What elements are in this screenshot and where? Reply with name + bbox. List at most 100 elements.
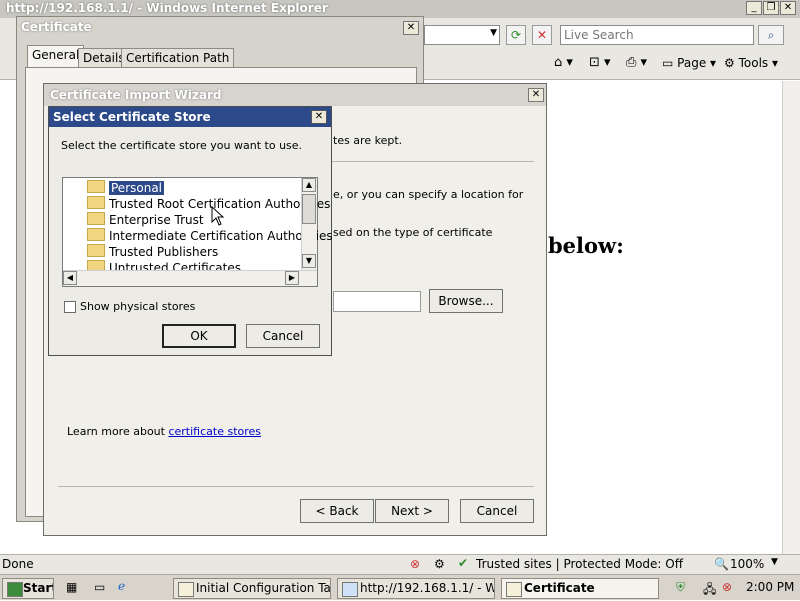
folder-icon <box>87 244 105 257</box>
certificate-stores-link[interactable]: certificate stores <box>168 425 261 438</box>
folder-icon <box>87 260 105 270</box>
taskbar: Start ▦ ▭ ℯ Initial Configuration Tasks … <box>0 574 800 600</box>
folder-icon <box>87 180 105 193</box>
tree-node-untrusted[interactable]: Untrusted Certificates <box>67 260 241 270</box>
select-store-close-button[interactable]: ✕ <box>311 110 327 124</box>
tree-node-trusted-root[interactable]: Trusted Root Certification Authorities <box>67 196 330 212</box>
start-button[interactable]: Start <box>2 578 54 599</box>
ok-button[interactable]: OK <box>162 324 236 348</box>
start-label: Start <box>23 581 54 595</box>
home-icon[interactable]: ⌂ ▾ <box>554 55 573 70</box>
tree-horizontal-scrollbar[interactable]: ◀ ▶ <box>63 270 317 286</box>
clock[interactable]: 2:00 PM <box>746 580 794 594</box>
tree-node-label: Personal <box>109 181 165 195</box>
page-menu-label: Page <box>677 56 707 70</box>
tray-volume-icon[interactable]: ⊗ <box>722 580 732 594</box>
status-text: Done <box>2 557 34 571</box>
certificate-window-title: Certificate <box>21 20 92 34</box>
tree-node-enterprise-trust[interactable]: Enterprise Trust <box>67 212 204 228</box>
page-heading-fragment: below: <box>548 233 624 258</box>
wizard-close-button[interactable]: ✕ <box>528 88 544 102</box>
page-scrollbar[interactable] <box>782 81 800 554</box>
tree-node-intermediate[interactable]: Intermediate Certification Authorities <box>67 228 333 244</box>
folder-icon <box>87 196 105 209</box>
folder-icon <box>87 228 105 241</box>
scroll-down-icon[interactable]: ▼ <box>302 254 316 268</box>
trusted-sites-icon: ✔ <box>458 556 469 570</box>
zoom-level[interactable]: 100% <box>730 557 764 571</box>
select-store-title: Select Certificate Store <box>53 110 211 124</box>
zoom-dropdown-icon[interactable]: ▼ <box>771 557 778 567</box>
ie-window-title: http://192.168.1.1/ - Windows Internet E… <box>6 1 328 15</box>
tree-node-personal[interactable]: Personal <box>67 180 165 196</box>
scroll-right-icon[interactable]: ▶ <box>285 271 299 285</box>
select-store-cancel-button[interactable]: Cancel <box>246 324 320 348</box>
task-label: Certificate <box>524 581 595 595</box>
wizard-text-1: tes are kept. <box>333 134 403 147</box>
folder-icon <box>87 212 105 225</box>
quicklaunch-desktop-icon[interactable]: ▭ <box>94 580 105 594</box>
task-label: Initial Configuration Tasks <box>196 581 331 595</box>
task-ie[interactable]: http://192.168.1.1/ - Wi... <box>337 578 495 599</box>
tab-general[interactable]: General <box>27 45 85 67</box>
manage-addons-icon[interactable]: ⚙ <box>434 557 445 571</box>
page-menu[interactable]: ▭ Page ▾ <box>662 56 716 70</box>
feeds-icon[interactable]: ⊡ ▾ <box>589 55 611 70</box>
tray-security-icon[interactable]: ⛨ <box>676 580 685 595</box>
next-button[interactable]: Next > <box>375 499 449 523</box>
print-icon[interactable]: ⎙ ▾ <box>626 55 647 70</box>
show-physical-label: Show physical stores <box>80 300 196 313</box>
show-physical-checkbox[interactable] <box>64 301 76 313</box>
ie-icon <box>342 582 358 597</box>
quicklaunch-ie-icon[interactable]: ℯ <box>118 579 125 593</box>
tools-menu[interactable]: ⚙ Tools ▾ <box>724 56 778 70</box>
search-placeholder: Live Search <box>564 28 634 42</box>
minimize-button[interactable]: _ <box>746 1 762 15</box>
scroll-up-icon[interactable]: ▲ <box>302 178 316 192</box>
store-tree[interactable]: Personal Trusted Root Certification Auth… <box>62 177 333 287</box>
wizard-text-3: sed on the type of certificate <box>333 226 493 239</box>
tree-node-label: Intermediate Certification Authorities <box>109 229 333 243</box>
tree-node-label: Enterprise Trust <box>109 213 204 227</box>
wizard-title-bar: Certificate Import Wizard ✕ <box>44 84 546 106</box>
mouse-cursor-icon <box>211 206 225 226</box>
security-zone[interactable]: Trusted sites | Protected Mode: Off <box>476 557 683 571</box>
back-button[interactable]: < Back <box>300 499 374 523</box>
certificate-icon <box>506 582 522 597</box>
search-icon[interactable]: ⌕ <box>758 25 784 45</box>
address-bar[interactable]: ▼ <box>424 25 500 45</box>
tree-node-trusted-publishers[interactable]: Trusted Publishers <box>67 244 218 260</box>
tools-menu-label: Tools <box>738 56 769 70</box>
refresh-icon[interactable]: ⟳ <box>506 25 526 45</box>
learn-more-prefix: Learn more about <box>67 425 169 438</box>
certificate-title-bar: Certificate ✕ <box>17 17 423 39</box>
certificate-close-button[interactable]: ✕ <box>403 21 419 35</box>
restore-button[interactable]: ❐ <box>763 1 779 15</box>
task-certificate[interactable]: Certificate <box>501 578 659 599</box>
wizard-text-2: e, or you can specify a location for <box>333 188 524 201</box>
task-initial-configuration[interactable]: Initial Configuration Tasks <box>173 578 331 599</box>
scroll-thumb[interactable] <box>302 194 316 224</box>
wizard-bottom-divider <box>58 486 534 487</box>
tree-node-label: Untrusted Certificates <box>109 261 241 270</box>
tray-network-icon[interactable]: 🖧 <box>703 580 716 601</box>
search-input[interactable]: Live Search <box>560 25 754 45</box>
tab-certification-path[interactable]: Certification Path <box>121 48 235 68</box>
quicklaunch-server-manager-icon[interactable]: ▦ <box>66 580 77 594</box>
zoom-icon: 🔍 <box>714 557 729 571</box>
close-button[interactable]: ✕ <box>780 1 796 15</box>
page-icon: ▭ <box>662 56 674 70</box>
dropdown-icon: ▼ <box>490 28 497 38</box>
gear-icon: ⚙ <box>724 56 735 70</box>
select-store-dialog: Select Certificate Store ✕ Select the ce… <box>48 106 333 356</box>
scroll-left-icon[interactable]: ◀ <box>63 271 77 285</box>
browse-button[interactable]: Browse... <box>429 289 503 313</box>
wizard-cancel-button[interactable]: Cancel <box>460 499 534 523</box>
tree-vertical-scrollbar[interactable]: ▲ ▼ <box>301 178 317 270</box>
task-label: http://192.168.1.1/ - Wi... <box>360 581 494 595</box>
tree-node-label: Trusted Publishers <box>109 245 219 259</box>
store-name-field[interactable] <box>333 291 421 312</box>
status-bar: Done ⊗ ⚙ ✔ Trusted sites | Protected Mod… <box>0 554 800 574</box>
popup-blocked-icon[interactable]: ⊗ <box>410 557 420 571</box>
stop-icon[interactable]: ✕ <box>532 25 552 45</box>
